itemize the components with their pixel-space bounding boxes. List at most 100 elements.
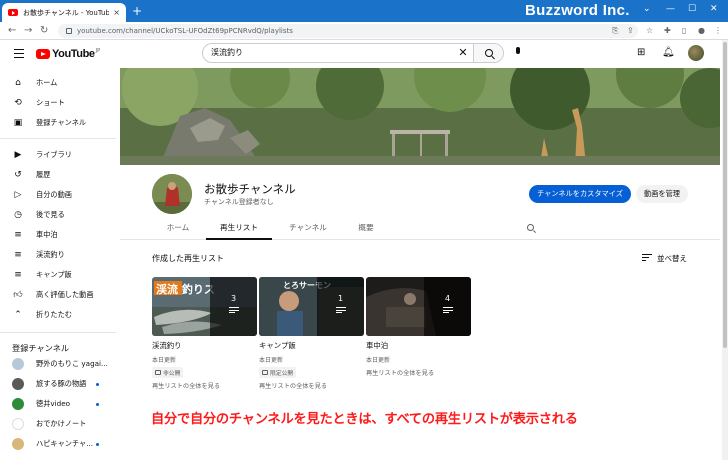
tab-channels[interactable]: チャンネル — [282, 218, 334, 240]
channel-avatar — [12, 358, 24, 370]
tab-about[interactable]: 概要 — [348, 218, 384, 240]
sidepanel-icon[interactable]: ▯ — [682, 26, 686, 35]
tab-playlists[interactable]: 再生リスト — [206, 218, 272, 240]
playlist-card[interactable]: 渓流 釣りス 3 渓流釣り 本日更新 非公開 再生リストの全体を見る — [152, 277, 257, 390]
visibility-badge: 限定公開 — [259, 367, 297, 378]
sidebar-item-label: 履歴 — [36, 170, 51, 179]
sidebar-item-home[interactable]: ⌂ ホーム — [0, 74, 114, 92]
profile-icon[interactable]: ● — [698, 26, 705, 35]
new-tab-button[interactable]: + — [132, 5, 142, 17]
omnibox[interactable]: youtube.com/channel/UCkoTSL-UFOdZt69pPCN… — [58, 24, 638, 38]
sidebar-item-collapse[interactable]: ⌃ 折りたたむ — [0, 306, 114, 324]
youtube-favicon-icon — [8, 9, 18, 16]
back-icon[interactable]: ← — [8, 25, 16, 37]
channel-search-icon[interactable] — [527, 224, 534, 231]
sidebar-item-label: ホーム — [36, 78, 58, 87]
sort-icon — [642, 254, 652, 263]
playlist-title[interactable]: キャンプ飯 — [259, 340, 364, 351]
playlist-thumbnail[interactable]: とろサーモン 1 — [259, 277, 364, 336]
annotation-caption: 自分で自分のチャンネルを見たときは、すべての再生リストが表示される — [151, 412, 578, 427]
page-scrollbar[interactable] — [722, 40, 728, 460]
sidebar-item-watch-later[interactable]: ◷ 後で見る — [0, 206, 114, 224]
your-videos-icon: ▷ — [14, 190, 22, 200]
view-full-playlist-link[interactable]: 再生リストの全体を見る — [259, 381, 364, 390]
search-button[interactable] — [473, 44, 503, 62]
sidebar-item-playlist-camp[interactable]: ≡ キャンプ飯 — [0, 266, 114, 284]
sidebar-subscription-item[interactable]: ハピキャンチャ... — [0, 435, 114, 453]
playlist-icon — [228, 307, 239, 314]
forward-icon[interactable]: → — [24, 25, 32, 37]
playlist-icon — [442, 307, 453, 314]
updated-label: 本日更新 — [259, 357, 284, 364]
sidebar-item-shorts[interactable]: ⟲ ショート — [0, 94, 114, 112]
sort-button[interactable]: 並べ替え — [642, 253, 687, 264]
reload-icon[interactable]: ↻ — [40, 25, 48, 37]
channel-avatar — [12, 378, 24, 390]
create-video-icon[interactable]: ⊞ — [637, 47, 645, 59]
tab-search-icon[interactable]: ⌄ — [643, 4, 651, 14]
search-input[interactable]: 渓流釣り — [203, 44, 453, 62]
notifications-bell-icon[interactable]: 🔔︎ — [662, 47, 675, 59]
voice-search-icon[interactable] — [511, 46, 525, 60]
created-playlists-title: 作成した再生リスト — [152, 254, 224, 263]
sidebar-subscription-item[interactable]: 野外のもりこ yagai... — [0, 355, 114, 373]
sidebar-item-liked-videos[interactable]: 👍︎ 高く評価した動画 — [0, 286, 114, 304]
sidebar-item-library[interactable]: ▶ ライブラリ — [0, 146, 114, 164]
browser-tabstrip: お散歩チャンネル - YouTube × + Buzzword Inc. ⌄ —… — [0, 0, 728, 22]
bookmark-star-icon[interactable]: ☆ — [646, 26, 653, 35]
sidebar-subscription-item[interactable]: おでかけノート — [0, 415, 114, 433]
playlist-title[interactable]: 渓流釣り — [152, 340, 257, 351]
browser-tab[interactable]: お散歩チャンネル - YouTube × — [2, 3, 126, 22]
view-full-playlist-link[interactable]: 再生リストの全体を見る — [152, 381, 257, 390]
url-text: youtube.com/channel/UCkoTSL-UFOdZt69pPCN… — [77, 27, 293, 35]
share-icon[interactable]: ⇪ — [627, 26, 634, 35]
playlist-card[interactable]: とろサーモン 1 キャンプ飯 本日更新 限定公開 再生リストの全体を見る — [259, 277, 364, 390]
updated-label: 本日更新 — [152, 357, 177, 364]
sidebar-item-history[interactable]: ↺ 履歴 — [0, 166, 114, 184]
updated-label: 本日更新 — [366, 357, 391, 364]
thumbs-up-icon: 👍︎ — [13, 290, 23, 300]
tab-home[interactable]: ホーム — [158, 218, 198, 240]
sidebar-item-playlist-keiryu[interactable]: ≡ 渓流釣り — [0, 246, 114, 264]
sidebar-item-label: 自分の動画 — [36, 190, 72, 199]
customize-channel-button[interactable]: チャンネルをカスタマイズ — [529, 185, 631, 203]
sidebar-item-playlist-shachuhaku[interactable]: ≡ 車中泊 — [0, 226, 114, 244]
sidebar-subscription-item[interactable]: 徳井video — [0, 395, 114, 413]
link-icon — [262, 370, 268, 375]
tab-close-icon[interactable]: × — [113, 8, 120, 17]
minimize-button[interactable]: — — [666, 4, 675, 14]
youtube-logo[interactable]: YouTube JP — [36, 48, 100, 60]
close-window-button[interactable]: ✕ — [710, 4, 718, 14]
scrollbar-thumb[interactable] — [723, 42, 727, 348]
channel-avatar-large[interactable] — [152, 174, 192, 214]
guide-menu-icon[interactable] — [14, 49, 24, 60]
subscriptions-heading: 登録チャンネル — [12, 343, 70, 353]
new-content-dot — [96, 443, 99, 446]
sort-label: 並べ替え — [657, 254, 687, 263]
subscription-name: 徳井video — [36, 399, 71, 408]
playlist-title[interactable]: 車中泊 — [366, 340, 471, 351]
extensions-icon[interactable]: ✚ — [664, 26, 671, 35]
subscription-name: ハピキャンチャ... — [36, 439, 94, 448]
watch-later-icon: ◷ — [14, 210, 22, 220]
sidebar-item-label: 渓流釣り — [36, 250, 65, 259]
sidebar-item-label: キャンプ飯 — [36, 270, 72, 279]
install-icon[interactable]: ⎘ — [612, 26, 618, 36]
maximize-button[interactable]: ☐ — [688, 4, 696, 14]
youtube-page: YouTube JP 渓流釣り ✕ ⊞ 🔔︎ ⌂ ホーム ⟲ ショート ▣ 登録… — [0, 40, 722, 460]
playlist-icon — [335, 307, 346, 314]
playlist-icon: ≡ — [14, 250, 22, 260]
sidebar-subscription-item[interactable]: 旅する豚の物語 — [0, 375, 114, 393]
clear-search-icon[interactable]: ✕ — [453, 44, 473, 62]
account-avatar[interactable] — [688, 45, 704, 61]
playlist-icon: ≡ — [14, 230, 22, 240]
menu-kebab-icon[interactable]: ⋮ — [714, 26, 722, 35]
sidebar-item-your-videos[interactable]: ▷ 自分の動画 — [0, 186, 114, 204]
view-full-playlist-link[interactable]: 再生リストの全体を見る — [366, 368, 471, 377]
playlist-card[interactable]: 4 車中泊 本日更新 再生リストの全体を見る — [366, 277, 471, 377]
playlist-thumbnail[interactable]: 4 — [366, 277, 471, 336]
manage-videos-button[interactable]: 動画を管理 — [636, 185, 688, 203]
sidebar-item-subscriptions[interactable]: ▣ 登録チャンネル — [0, 114, 114, 132]
playlist-thumbnail[interactable]: 渓流 釣りス 3 — [152, 277, 257, 336]
playlist-count-overlay: 1 — [317, 277, 364, 336]
